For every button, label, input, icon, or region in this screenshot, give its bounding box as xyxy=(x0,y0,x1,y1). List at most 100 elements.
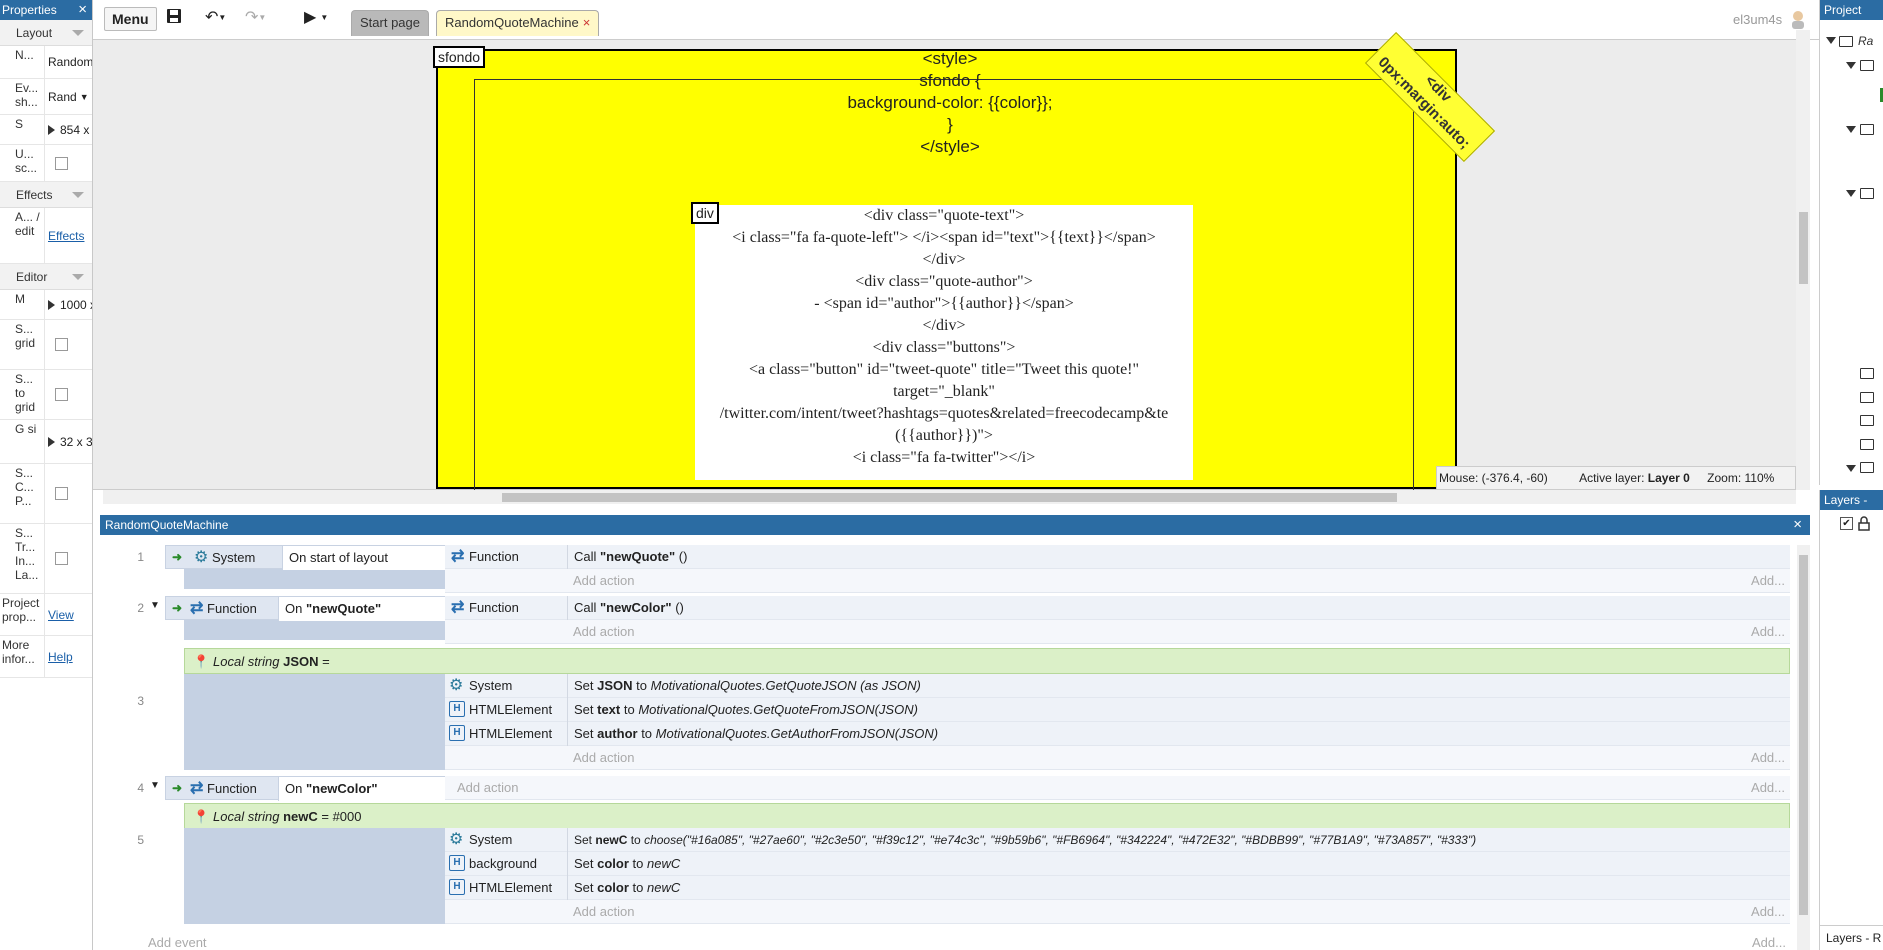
expand-icon[interactable] xyxy=(1826,37,1836,44)
local-variable-json[interactable]: 📍 Local string JSON = xyxy=(184,648,1790,674)
condition-cell[interactable]: ➜ ⚙ System On start of layout xyxy=(165,545,445,570)
event-sheet-scroll-thumb[interactable] xyxy=(1799,555,1808,915)
div-label: div xyxy=(691,202,719,224)
collapse-icon[interactable] xyxy=(72,192,84,198)
expand-icon[interactable] xyxy=(48,299,55,310)
tab-randomquotemachine[interactable]: RandomQuoteMachine × xyxy=(436,10,600,36)
effects-link[interactable]: Effects xyxy=(48,229,84,243)
group-editor[interactable]: Editor xyxy=(0,264,92,290)
action-row[interactable]: H HTMLElement Set color to newC xyxy=(445,876,1790,900)
collision-checkbox[interactable] xyxy=(55,487,68,500)
folder-icon[interactable] xyxy=(1860,60,1874,71)
add-action-row[interactable]: Add action Add... xyxy=(445,620,1790,644)
condition-text[interactable]: On "newColor" xyxy=(278,777,445,801)
collapse-icon[interactable] xyxy=(72,274,84,280)
expand-icon[interactable] xyxy=(1846,126,1856,133)
action-row[interactable]: ⇄ Function Call "newColor" () xyxy=(445,596,1790,620)
arrow-icon: ➜ xyxy=(172,601,183,615)
expand-icon[interactable] xyxy=(1846,62,1856,69)
folder-icon[interactable] xyxy=(1860,415,1874,426)
layer-visible-checkbox[interactable]: ✔ xyxy=(1840,517,1853,530)
folder-icon[interactable] xyxy=(1860,188,1874,199)
close-icon[interactable]: × xyxy=(78,0,87,20)
add-action-row[interactable]: Add action Add... xyxy=(445,900,1790,924)
project-panel: Project Ra xyxy=(1819,0,1883,485)
action-row[interactable]: ⇄ Function Call "newQuote" () xyxy=(445,545,1790,569)
prop-size: S854 x 48 xyxy=(0,115,92,145)
snap-grid-checkbox[interactable] xyxy=(55,388,68,401)
zoom-level: Zoom: 110% xyxy=(1707,471,1775,485)
run-icon[interactable]: ▶ ▼ xyxy=(304,8,328,28)
function-icon: ⇄ xyxy=(190,600,204,617)
prop-unbounded: U... sc... xyxy=(0,145,92,182)
expand-icon[interactable] xyxy=(48,436,55,447)
group-effects[interactable]: Effects xyxy=(0,182,92,208)
unbounded-checkbox[interactable] xyxy=(55,156,68,170)
save-icon[interactable] xyxy=(166,8,182,30)
expand-icon[interactable] xyxy=(1846,465,1856,472)
event-sheet-select[interactable]: Rand ▼ xyxy=(45,79,92,114)
folder-icon xyxy=(1839,36,1853,47)
show-grid-checkbox[interactable] xyxy=(55,338,68,351)
folder-icon[interactable] xyxy=(1860,124,1874,135)
expand-icon[interactable] xyxy=(1846,190,1856,197)
avatar[interactable] xyxy=(1789,9,1807,29)
close-icon[interactable]: × xyxy=(1793,515,1802,535)
empty-condition[interactable] xyxy=(184,674,445,770)
event-sheet-header: RandomQuoteMachine × xyxy=(100,515,1810,535)
action-row[interactable]: H background Set color to newC xyxy=(445,852,1790,876)
layout-horizontal-scroll-thumb[interactable] xyxy=(502,493,1397,502)
close-tab-icon[interactable]: × xyxy=(583,15,591,30)
view-link[interactable]: View xyxy=(48,608,74,622)
help-link[interactable]: Help xyxy=(48,650,73,664)
translucent-checkbox[interactable] xyxy=(55,552,68,565)
function-icon: ⇄ xyxy=(451,599,465,616)
prop-effects: A... / edit Effects xyxy=(0,208,92,264)
action-row[interactable]: H HTMLElement Set author to Motivational… xyxy=(445,722,1790,746)
redo-icon[interactable]: ↷▼ xyxy=(245,8,266,28)
project-header: Project xyxy=(1820,0,1883,20)
add-action-row[interactable]: Add action Add... xyxy=(445,776,1790,800)
condition-text[interactable]: On start of layout xyxy=(282,546,445,570)
prop-event-sheet: Ev... sh... Rand ▼ xyxy=(0,79,92,115)
layers-tab[interactable]: Layers - R xyxy=(1820,925,1883,950)
condition-cell[interactable]: ➜ ⇄ Function On "newQuote" xyxy=(165,596,445,621)
folder-icon[interactable] xyxy=(1860,368,1874,379)
prop-name-value[interactable]: Random xyxy=(45,46,92,78)
condition-text[interactable]: On "newQuote" xyxy=(278,597,445,621)
add-action-row[interactable]: Add action Add... xyxy=(445,746,1790,770)
collapse-event-icon[interactable]: ▼ xyxy=(150,600,160,611)
lock-icon[interactable] xyxy=(1858,516,1870,534)
folder-icon[interactable] xyxy=(1860,392,1874,403)
add-action-row[interactable]: Add action Add... xyxy=(445,569,1790,593)
local-variable-newc[interactable]: 📍 Local string newC = #000 xyxy=(184,803,1790,829)
collapse-event-icon[interactable]: ▼ xyxy=(150,780,160,791)
menu-button[interactable]: Menu xyxy=(104,7,157,31)
system-gear-icon: ⚙ xyxy=(449,677,464,694)
project-root[interactable]: Ra xyxy=(1858,34,1873,48)
location-pin-icon: 📍 xyxy=(193,654,210,669)
expand-icon[interactable] xyxy=(48,124,55,135)
function-icon: ⇄ xyxy=(190,780,204,797)
arrow-icon: ➜ xyxy=(172,550,183,564)
folder-icon[interactable] xyxy=(1860,439,1874,450)
layout-vertical-scroll-thumb[interactable] xyxy=(1799,212,1808,284)
event-sheet: RandomQuoteMachine × 1 ➜ ⚙ System On sta… xyxy=(100,515,1810,950)
sfondo-label: sfondo xyxy=(433,46,486,68)
folder-icon[interactable] xyxy=(1860,462,1874,473)
prop-show-grid: S... grid xyxy=(0,320,92,370)
collapse-icon[interactable] xyxy=(72,30,84,36)
tab-start-page[interactable]: Start page xyxy=(351,10,429,36)
prop-translucent: S... Tr... In... La... xyxy=(0,524,92,594)
location-pin-icon: 📍 xyxy=(193,809,210,824)
empty-condition[interactable] xyxy=(184,828,445,924)
action-row[interactable]: ⚙ System Set newC to choose("#16a085", "… xyxy=(445,828,1790,852)
action-row[interactable]: ⚙ System Set JSON to MotivationalQuotes.… xyxy=(445,674,1790,698)
group-layout[interactable]: Layout xyxy=(0,20,92,46)
dropdown-arrow-icon: ▼ xyxy=(79,91,89,102)
undo-icon[interactable]: ↶▼ xyxy=(205,8,226,28)
condition-cell[interactable]: ➜ ⇄ Function On "newColor" xyxy=(165,776,445,801)
action-row[interactable]: H HTMLElement Set text to MotivationalQu… xyxy=(445,698,1790,722)
add-event-link[interactable]: Add event xyxy=(148,935,207,950)
arrow-icon: ➜ xyxy=(172,781,183,795)
